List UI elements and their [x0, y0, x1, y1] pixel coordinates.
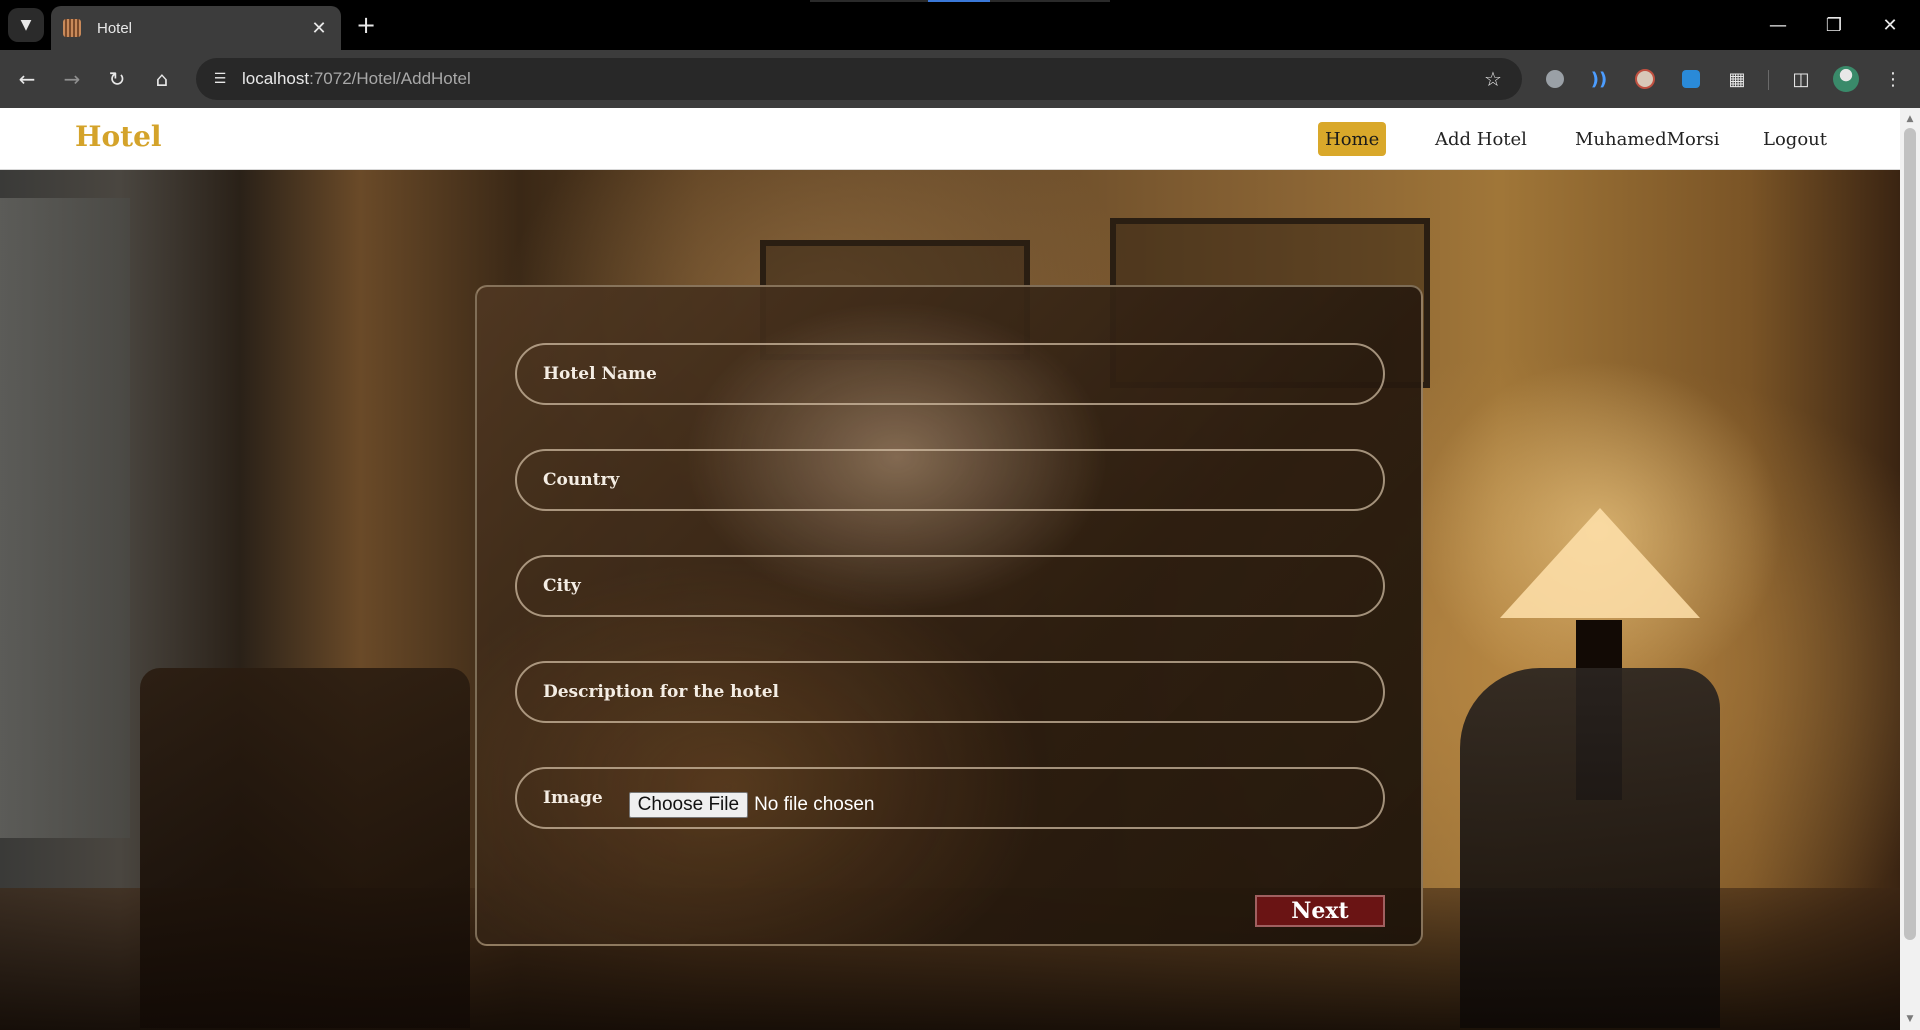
site-navbar: Hotel Home Add Hotel MuhamedMorsi Logout: [0, 108, 1900, 170]
close-icon: ✕: [311, 17, 327, 39]
background-window: [0, 198, 130, 838]
profile-avatar[interactable]: [1829, 62, 1863, 96]
city-field[interactable]: City: [515, 555, 1385, 617]
plus-icon: +: [355, 11, 377, 39]
brand-logo[interactable]: Hotel: [75, 120, 162, 153]
restore-icon: ❐: [1825, 14, 1843, 36]
hotel-name-field[interactable]: Hotel Name: [515, 343, 1385, 405]
image-field: Image Choose File No file chosen: [515, 767, 1385, 829]
city-input[interactable]: [517, 557, 1383, 615]
extension-face-icon[interactable]: [1628, 62, 1662, 96]
description-field[interactable]: Description for the hotel: [515, 661, 1385, 723]
browser-tab-bar: ▼ Hotel ✕ + — ❐ ✕: [0, 0, 1920, 50]
country-field[interactable]: Country: [515, 449, 1385, 511]
address-bar[interactable]: ☰ localhost:7072/Hotel/AddHotel ☆: [196, 58, 1522, 100]
reload-button[interactable]: ↻: [100, 62, 134, 96]
scroll-up-arrow-icon[interactable]: ▲: [1900, 110, 1920, 128]
page-viewport: Hotel Home Add Hotel MuhamedMorsi Logout…: [0, 108, 1920, 1030]
scrollbar-thumb[interactable]: [1904, 128, 1916, 940]
background-chair: [1460, 668, 1720, 1028]
close-icon: ✕: [1882, 14, 1898, 36]
more-menu-icon[interactable]: ⋮: [1876, 62, 1910, 96]
tab-title: Hotel: [97, 19, 133, 37]
star-icon[interactable]: ☆: [1480, 66, 1506, 92]
country-input[interactable]: [517, 451, 1383, 509]
back-button[interactable]: ←: [10, 62, 44, 96]
url-text[interactable]: localhost:7072/Hotel/AddHotel: [242, 69, 471, 89]
restore-button[interactable]: ❐: [1814, 8, 1854, 42]
background-chair: [140, 668, 470, 1028]
extension-globe-icon[interactable]: [1538, 62, 1572, 96]
arrow-left-icon: ←: [18, 67, 36, 91]
browser-toolbar: ← → ↻ ⌂ ☰ localhost:7072/Hotel/AddHotel …: [0, 50, 1920, 108]
arrow-right-icon: →: [63, 67, 81, 91]
next-button[interactable]: Next: [1255, 895, 1385, 927]
extension-download-icon[interactable]: [1674, 62, 1708, 96]
extension-read-aloud-icon[interactable]: )): [1582, 62, 1616, 96]
close-window-button[interactable]: ✕: [1870, 8, 1910, 42]
add-hotel-form: Hotel Name Country City Description for …: [475, 285, 1423, 946]
minimize-button[interactable]: —: [1758, 8, 1798, 42]
home-icon: ⌂: [155, 67, 169, 91]
tune-icon[interactable]: ☰: [200, 58, 240, 100]
image-label: Image: [543, 788, 603, 808]
toolbar-separator: [1768, 70, 1769, 90]
close-tab-button[interactable]: ✕: [305, 14, 333, 42]
forward-button[interactable]: →: [55, 62, 89, 96]
tab-search-button[interactable]: ▼: [8, 8, 44, 42]
scroll-down-arrow-icon[interactable]: ▼: [1900, 1010, 1920, 1028]
hotel-favicon-icon: [63, 19, 81, 37]
minimize-icon: —: [1769, 14, 1787, 36]
hotel-name-input[interactable]: [517, 345, 1383, 403]
drag-region-indicator: [810, 0, 1110, 2]
background-lamp-shade: [1500, 508, 1700, 618]
reload-icon: ↻: [108, 67, 126, 91]
chevron-down-icon: ▼: [20, 17, 32, 33]
home-button[interactable]: ⌂: [145, 62, 179, 96]
nav-link-logout[interactable]: Logout: [1756, 122, 1834, 156]
nav-link-user-profile[interactable]: MuhamedMorsi: [1568, 122, 1726, 156]
new-tab-button[interactable]: +: [350, 8, 382, 42]
nav-link-home[interactable]: Home: [1318, 122, 1387, 156]
browser-tab[interactable]: Hotel ✕: [51, 6, 341, 50]
nav-link-add-hotel[interactable]: Add Hotel: [1428, 122, 1534, 156]
file-status-text: No file chosen: [754, 794, 875, 815]
page-scrollbar[interactable]: ▲ ▼: [1900, 108, 1920, 1030]
description-input[interactable]: [517, 663, 1383, 721]
side-panel-icon[interactable]: ◫: [1784, 62, 1818, 96]
choose-file-button[interactable]: Choose File: [628, 792, 749, 818]
puzzle-icon[interactable]: ▦: [1720, 62, 1754, 96]
image-file-input[interactable]: Choose File No file chosen: [628, 792, 875, 818]
